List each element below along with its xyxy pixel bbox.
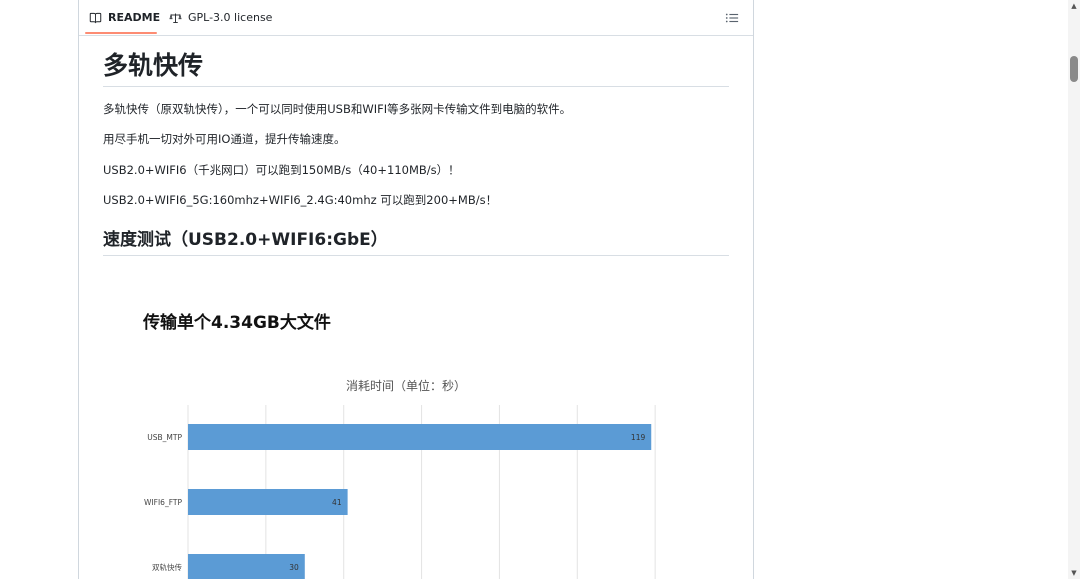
readme-paragraph: USB2.0+WIFI6_5G:160mhz+WIFI6_2.4G:40mhz … xyxy=(103,193,498,207)
chart-data-label: 30 xyxy=(289,563,299,572)
readme-paragraph: USB2.0+WIFI6（千兆网口）可以跑到150MB/s（40+110MB/s… xyxy=(103,163,460,177)
readme-paragraph: 多轨快传（原双轨快传），一个可以同时使用USB和WIFI等多张网卡传输文件到电脑… xyxy=(103,102,572,116)
readme-panel: README GPL-3.0 license 多轨快传 多轨快传（原双轨快传），… xyxy=(78,0,754,579)
readme-paragraph: 用尽手机一切对外可用IO通道，提升传输速度。 xyxy=(103,132,346,146)
chart-data-label: 119 xyxy=(631,433,646,442)
chart-category-label: 双轨快传 xyxy=(152,562,182,572)
tab-readme[interactable]: README xyxy=(89,0,160,35)
scroll-up-arrow[interactable]: ▲ xyxy=(1070,2,1078,10)
book-icon xyxy=(89,12,102,23)
outline-button[interactable] xyxy=(725,10,741,26)
chart-category-label: WIFI6_FTP xyxy=(144,498,182,507)
tab-readme-label: README xyxy=(108,11,161,24)
readme-tabbar: README GPL-3.0 license xyxy=(79,0,753,36)
scrollbar-thumb[interactable] xyxy=(1070,56,1078,82)
active-tab-indicator xyxy=(85,32,157,34)
section-title: 速度测试（USB2.0+WIFI6:GbE） xyxy=(103,227,729,256)
list-icon xyxy=(725,13,739,23)
scroll-down-arrow[interactable]: ▼ xyxy=(1070,569,1078,577)
chart-bar xyxy=(188,424,652,450)
chart-bar xyxy=(188,554,305,579)
chart-bar xyxy=(188,489,348,515)
scale-icon xyxy=(169,13,182,23)
tab-license[interactable]: GPL-3.0 license xyxy=(169,0,272,35)
chart-data-label: 41 xyxy=(332,498,342,507)
chart-category-label: USB_MTP xyxy=(147,433,182,442)
page-title: 多轨快传 xyxy=(103,48,729,87)
page-scrollbar[interactable]: ▲ ▼ xyxy=(1068,0,1080,579)
tab-license-label: GPL-3.0 license xyxy=(188,11,273,24)
speed-chart-image: 传输单个4.34GB大文件 消耗时间（单位：秒） USB_MTP 119 WIFI6… xyxy=(103,290,729,579)
bar-chart: USB_MTP 119 WIFI6_FTP 41 双轨快传 30 xyxy=(144,405,656,579)
